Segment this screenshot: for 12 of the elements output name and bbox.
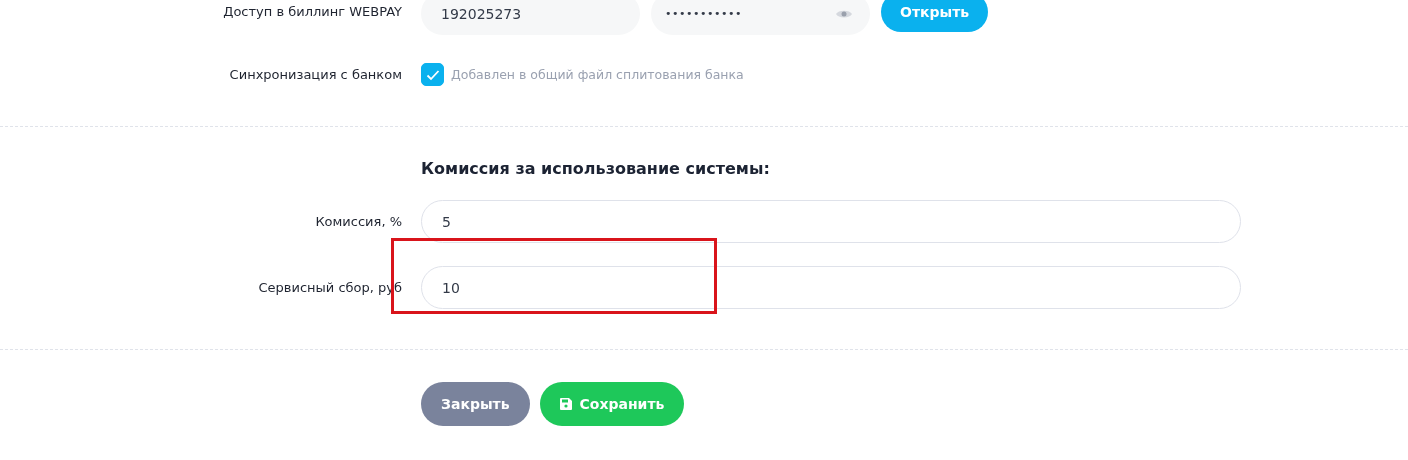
checkbox[interactable]: [421, 63, 444, 86]
field-label: Синхронизация с банком: [229, 67, 402, 82]
field-label: Комиссия, %: [315, 214, 402, 229]
input-field[interactable]: 10: [421, 266, 1241, 309]
checkmark-icon: [425, 68, 440, 81]
password-field[interactable]: •••••••••••: [651, 0, 870, 35]
input-field[interactable]: 5: [421, 200, 1241, 243]
section-heading: Комиссия за использование системы:: [421, 159, 770, 178]
close-button[interactable]: Закрыть: [421, 382, 530, 426]
field-label: Доступ в биллинг WEBPAY: [223, 4, 402, 19]
login-field[interactable]: 192025273: [421, 0, 640, 35]
checkbox-label: Добавлен в общий файл сплитования банка: [451, 67, 744, 82]
